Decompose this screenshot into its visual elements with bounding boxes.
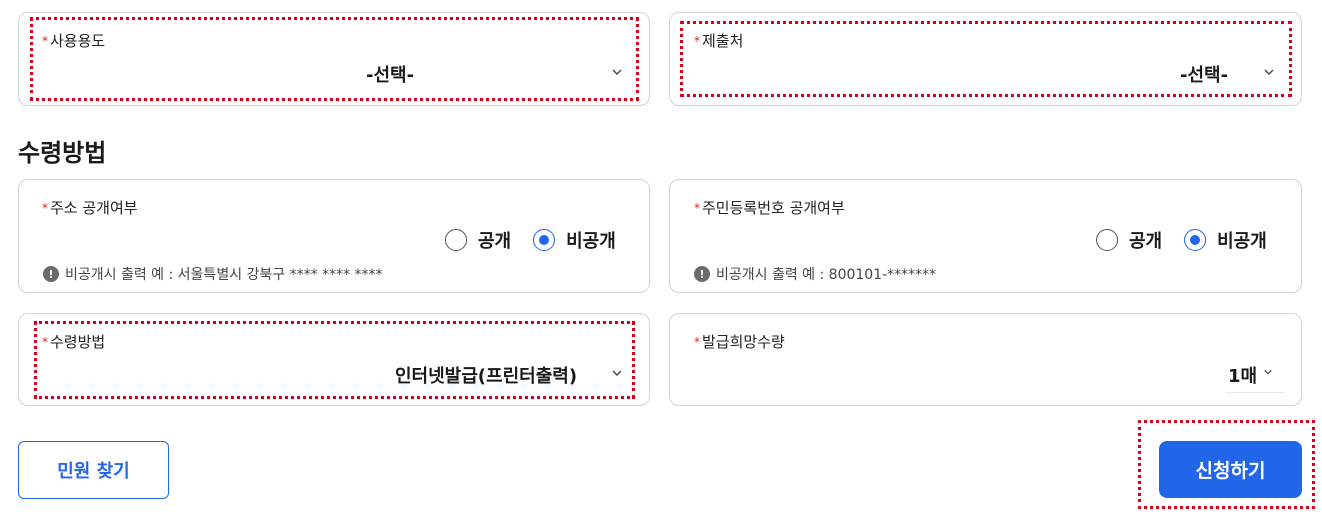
find-civil-service-button[interactable]: 민원 찾기	[18, 441, 169, 499]
address-disclosure-label: * 주소 공개여부	[42, 199, 138, 217]
required-mark: *	[42, 335, 48, 349]
apply-button[interactable]: 신청하기	[1159, 441, 1302, 498]
required-mark: *	[42, 201, 48, 215]
rrn-private-radio[interactable]: 비공개	[1184, 227, 1267, 253]
rrn-public-radio[interactable]: 공개	[1096, 227, 1162, 253]
rrn-disclosure-radio-group: 공개 비공개	[1096, 227, 1267, 253]
quantity-select[interactable]: 1매	[1228, 362, 1257, 388]
required-mark: *	[694, 34, 700, 48]
receive-method-select[interactable]: 인터넷발급(프린터출력)	[395, 362, 577, 388]
rrn-disclosure-label: * 주민등록번호 공개여부	[694, 199, 845, 217]
radio-circle[interactable]	[445, 229, 467, 251]
submit-to-label: * 제출처	[694, 32, 744, 50]
info-icon: !	[43, 266, 59, 282]
chevron-down-icon[interactable]	[1263, 367, 1275, 379]
radio-circle[interactable]	[1096, 229, 1118, 251]
chevron-down-icon[interactable]	[1263, 66, 1275, 78]
required-mark: *	[42, 34, 48, 48]
info-icon: !	[694, 266, 710, 282]
chevron-down-icon[interactable]	[611, 66, 623, 78]
address-public-radio[interactable]: 공개	[445, 227, 511, 253]
address-private-radio[interactable]: 비공개	[533, 227, 616, 253]
radio-circle-selected[interactable]	[533, 229, 556, 251]
quantity-underline	[1226, 392, 1284, 393]
submit-to-select[interactable]: -선택-	[1180, 61, 1228, 87]
rrn-disclosure-note: ! 비공개시 출력 예 : 800101-*******	[694, 264, 936, 284]
address-disclosure-radio-group: 공개 비공개	[445, 227, 616, 253]
receive-method-label: * 수령방법	[42, 333, 106, 351]
radio-circle-selected[interactable]	[1184, 229, 1207, 251]
address-disclosure-note: ! 비공개시 출력 예 : 서울특별시 강북구 **** **** ****	[43, 264, 383, 284]
required-mark: *	[694, 201, 700, 215]
usage-label: * 사용용도	[42, 32, 106, 50]
chevron-down-icon[interactable]	[611, 367, 623, 379]
required-mark: *	[694, 335, 700, 349]
quantity-label: * 발급희망수량	[694, 333, 785, 351]
section-title: 수령방법	[18, 139, 107, 167]
usage-highlight	[30, 17, 639, 101]
quantity-card	[669, 313, 1302, 406]
usage-select[interactable]: -선택-	[366, 61, 414, 87]
